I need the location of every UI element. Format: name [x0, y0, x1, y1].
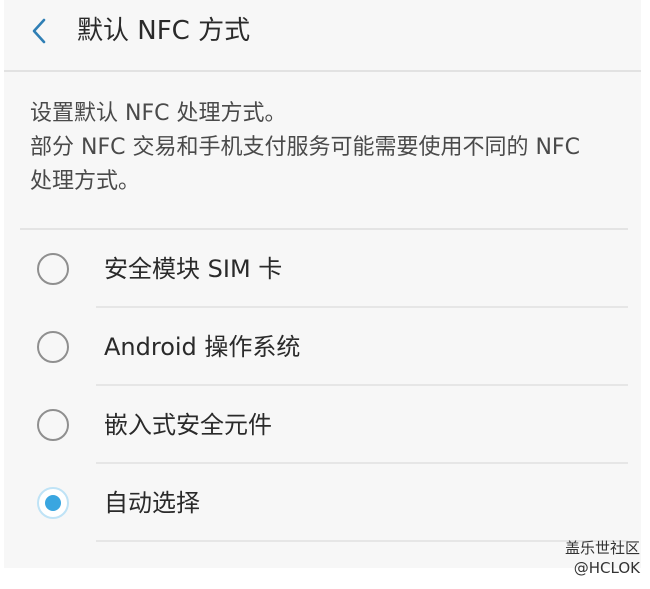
option-label: 自动选择 [104, 489, 200, 517]
radio-button[interactable] [37, 253, 69, 285]
chevron-left-icon [32, 18, 46, 44]
option-sim-secure-element[interactable]: 安全模块 SIM 卡 [4, 230, 641, 308]
radio-button-selected[interactable] [37, 487, 69, 519]
radio-button[interactable] [37, 331, 69, 363]
watermark: 盖乐世社区 @HCLOK [565, 538, 640, 578]
description-line: 处理方式。 [30, 169, 141, 194]
option-label: 安全模块 SIM 卡 [104, 255, 283, 283]
watermark-site: 盖乐世社区 [564, 539, 640, 557]
description-line: 设置默认 NFC 处理方式。 [30, 101, 287, 126]
watermark-handle: @HCLOK [573, 559, 640, 577]
option-android-os[interactable]: Android 操作系统 [4, 308, 641, 386]
page-title: 默认 NFC 方式 [77, 16, 251, 46]
option-auto-select[interactable]: 自动选择 [4, 464, 641, 542]
option-label: Android 操作系统 [104, 333, 301, 361]
description-line: 部分 NFC 交易和手机支付服务可能需要使用不同的 NFC [30, 135, 580, 160]
description-text: 设置默认 NFC 处理方式。 部分 NFC 交易和手机支付服务可能需要使用不同的… [30, 97, 630, 199]
option-label: 嵌入式安全元件 [104, 411, 272, 439]
app-bar: 默认 NFC 方式 [4, 0, 641, 72]
list-divider [96, 540, 628, 542]
nfc-settings-screen: 默认 NFC 方式 设置默认 NFC 处理方式。 部分 NFC 交易和手机支付服… [4, 0, 641, 568]
option-embedded-secure-element[interactable]: 嵌入式安全元件 [4, 386, 641, 464]
radio-button[interactable] [37, 409, 69, 441]
back-button[interactable] [22, 14, 56, 48]
